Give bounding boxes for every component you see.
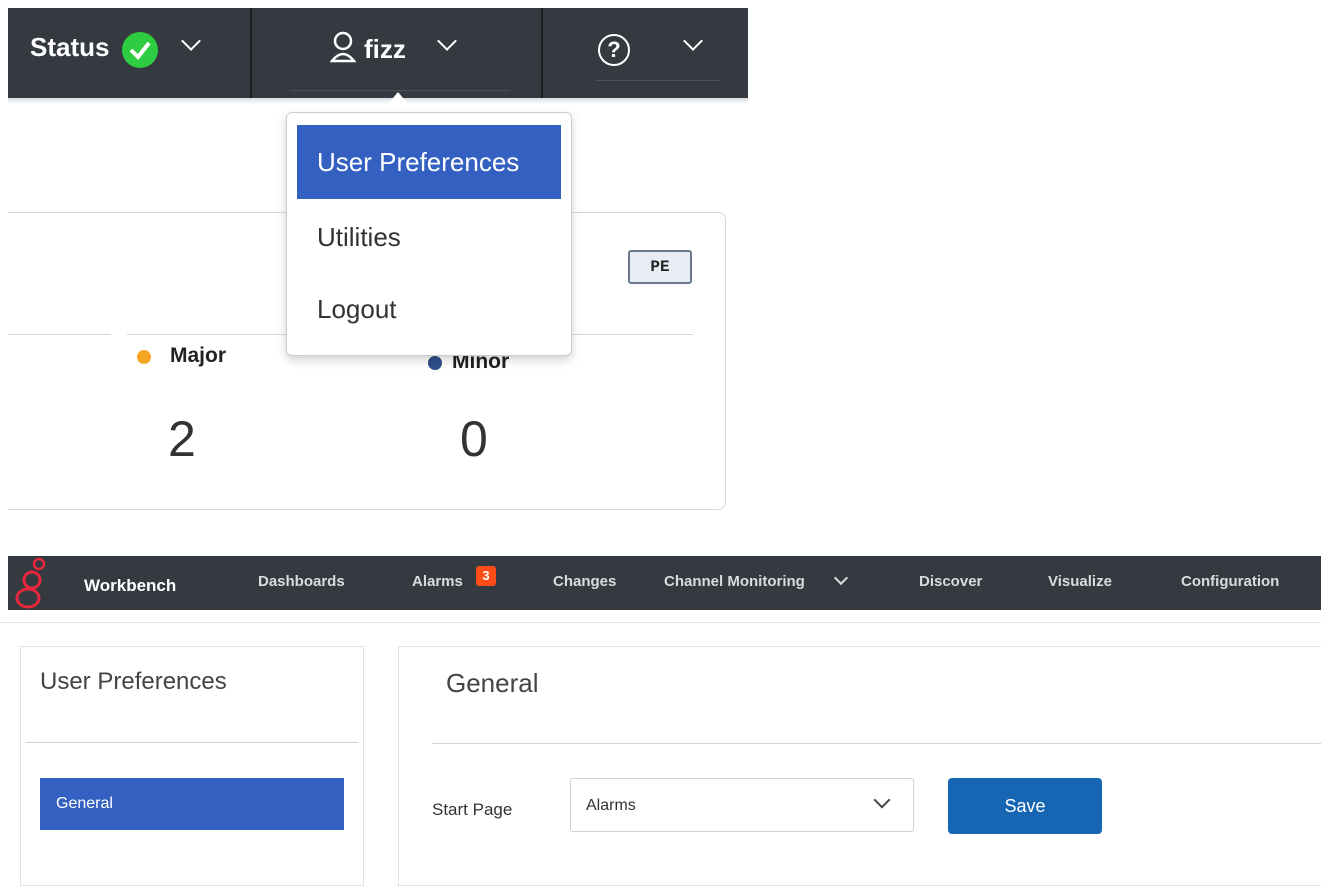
menu-item-utilities[interactable]: Utilities bbox=[297, 201, 561, 275]
section-divider bbox=[432, 743, 1321, 744]
header-divider bbox=[541, 8, 543, 98]
minor-count[interactable]: 0 bbox=[460, 410, 488, 468]
nav-item-dashboards[interactable]: Dashboards bbox=[258, 573, 345, 590]
nav-item-configuration[interactable]: Configuration bbox=[1181, 573, 1279, 590]
menu-item-logout[interactable]: Logout bbox=[297, 273, 561, 347]
start-page-label: Start Page bbox=[432, 800, 513, 819]
header-divider bbox=[250, 8, 252, 98]
nav-item-alarms[interactable]: Alarms bbox=[412, 573, 463, 590]
minor-severity-dot bbox=[428, 356, 442, 370]
section-title: General bbox=[446, 668, 539, 698]
brand-logo-icon[interactable] bbox=[14, 556, 48, 615]
sidebar-title: User Preferences bbox=[40, 668, 227, 695]
user-icon bbox=[329, 31, 357, 68]
user-menu-underline bbox=[290, 90, 510, 91]
major-severity-dot bbox=[137, 350, 151, 364]
help-menu-underline bbox=[596, 80, 720, 81]
major-label: Major bbox=[170, 344, 227, 367]
save-button[interactable]: Save bbox=[948, 778, 1102, 834]
nav-item-visualize[interactable]: Visualize bbox=[1048, 573, 1112, 590]
nav-item-channel-monitoring[interactable]: Channel Monitoring bbox=[664, 573, 805, 590]
sidebar-item-general[interactable]: General bbox=[40, 778, 344, 830]
nav-item-discover[interactable]: Discover bbox=[919, 573, 982, 590]
pe-badge: PE bbox=[628, 250, 692, 284]
user-dropdown-menu: User Preferences Utilities Logout bbox=[286, 112, 572, 356]
nav-item-changes[interactable]: Changes bbox=[553, 573, 616, 590]
start-page-value: Alarms bbox=[586, 797, 636, 814]
sidebar-divider bbox=[26, 742, 358, 743]
menu-item-user-preferences[interactable]: User Preferences bbox=[297, 125, 561, 199]
nav-divider bbox=[0, 622, 1321, 623]
nav-brand-workbench[interactable]: Workbench bbox=[84, 576, 176, 596]
user-menu-toggle[interactable]: fizz bbox=[364, 34, 406, 65]
card-divider bbox=[8, 334, 111, 335]
major-count[interactable]: 2 bbox=[168, 410, 196, 468]
alarms-count-badge: 3 bbox=[476, 566, 496, 586]
dropdown-pointer bbox=[388, 92, 408, 104]
help-circle-icon[interactable]: ? bbox=[598, 34, 630, 66]
check-circle-icon bbox=[122, 32, 158, 68]
header-shadow bbox=[8, 98, 748, 104]
status-label[interactable]: Status bbox=[30, 32, 109, 63]
